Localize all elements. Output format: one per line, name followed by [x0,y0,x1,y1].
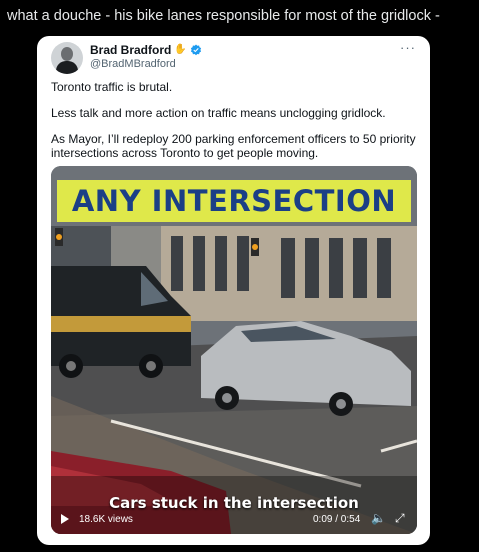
video-banner-text: ANY INTERSECTION [71,184,397,218]
verified-badge-icon [190,44,201,56]
tweet-paragraph: Toronto traffic is brutal. [51,80,173,94]
volume-icon[interactable]: 🔈 [371,511,386,525]
author-name[interactable]: Brad Bradford [90,43,171,57]
post-caption: what a douche - his bike lanes responsib… [7,8,440,24]
avatar[interactable] [51,42,83,74]
embedded-tweet-card[interactable]: Brad Bradford ✋ @BradMBradford ··· Toron… [37,36,430,545]
more-options-icon[interactable]: ··· [400,40,416,55]
fullscreen-icon[interactable]: ⤢ [395,511,405,526]
view-count: 18.6K views [79,514,133,525]
wave-emoji-icon: ✋ [174,44,187,55]
video-time: 0:09 / 0:54 [313,514,361,525]
video-controls: 18.6K views 0:09 / 0:54 🔈 ⤢ [51,509,417,534]
tweet-paragraph: As Mayor, I’ll redeploy 200 parking enfo… [51,132,416,160]
author-name-row: Brad Bradford ✋ [90,43,202,57]
author-handle[interactable]: @BradMBradford [90,58,176,70]
video-banner: ANY INTERSECTION [57,180,411,222]
video-player[interactable]: ANY INTERSECTION Cars stuck in the inter… [51,166,417,534]
tweet-paragraph: Less talk and more action on traffic mea… [51,106,386,120]
play-icon[interactable] [61,514,69,524]
